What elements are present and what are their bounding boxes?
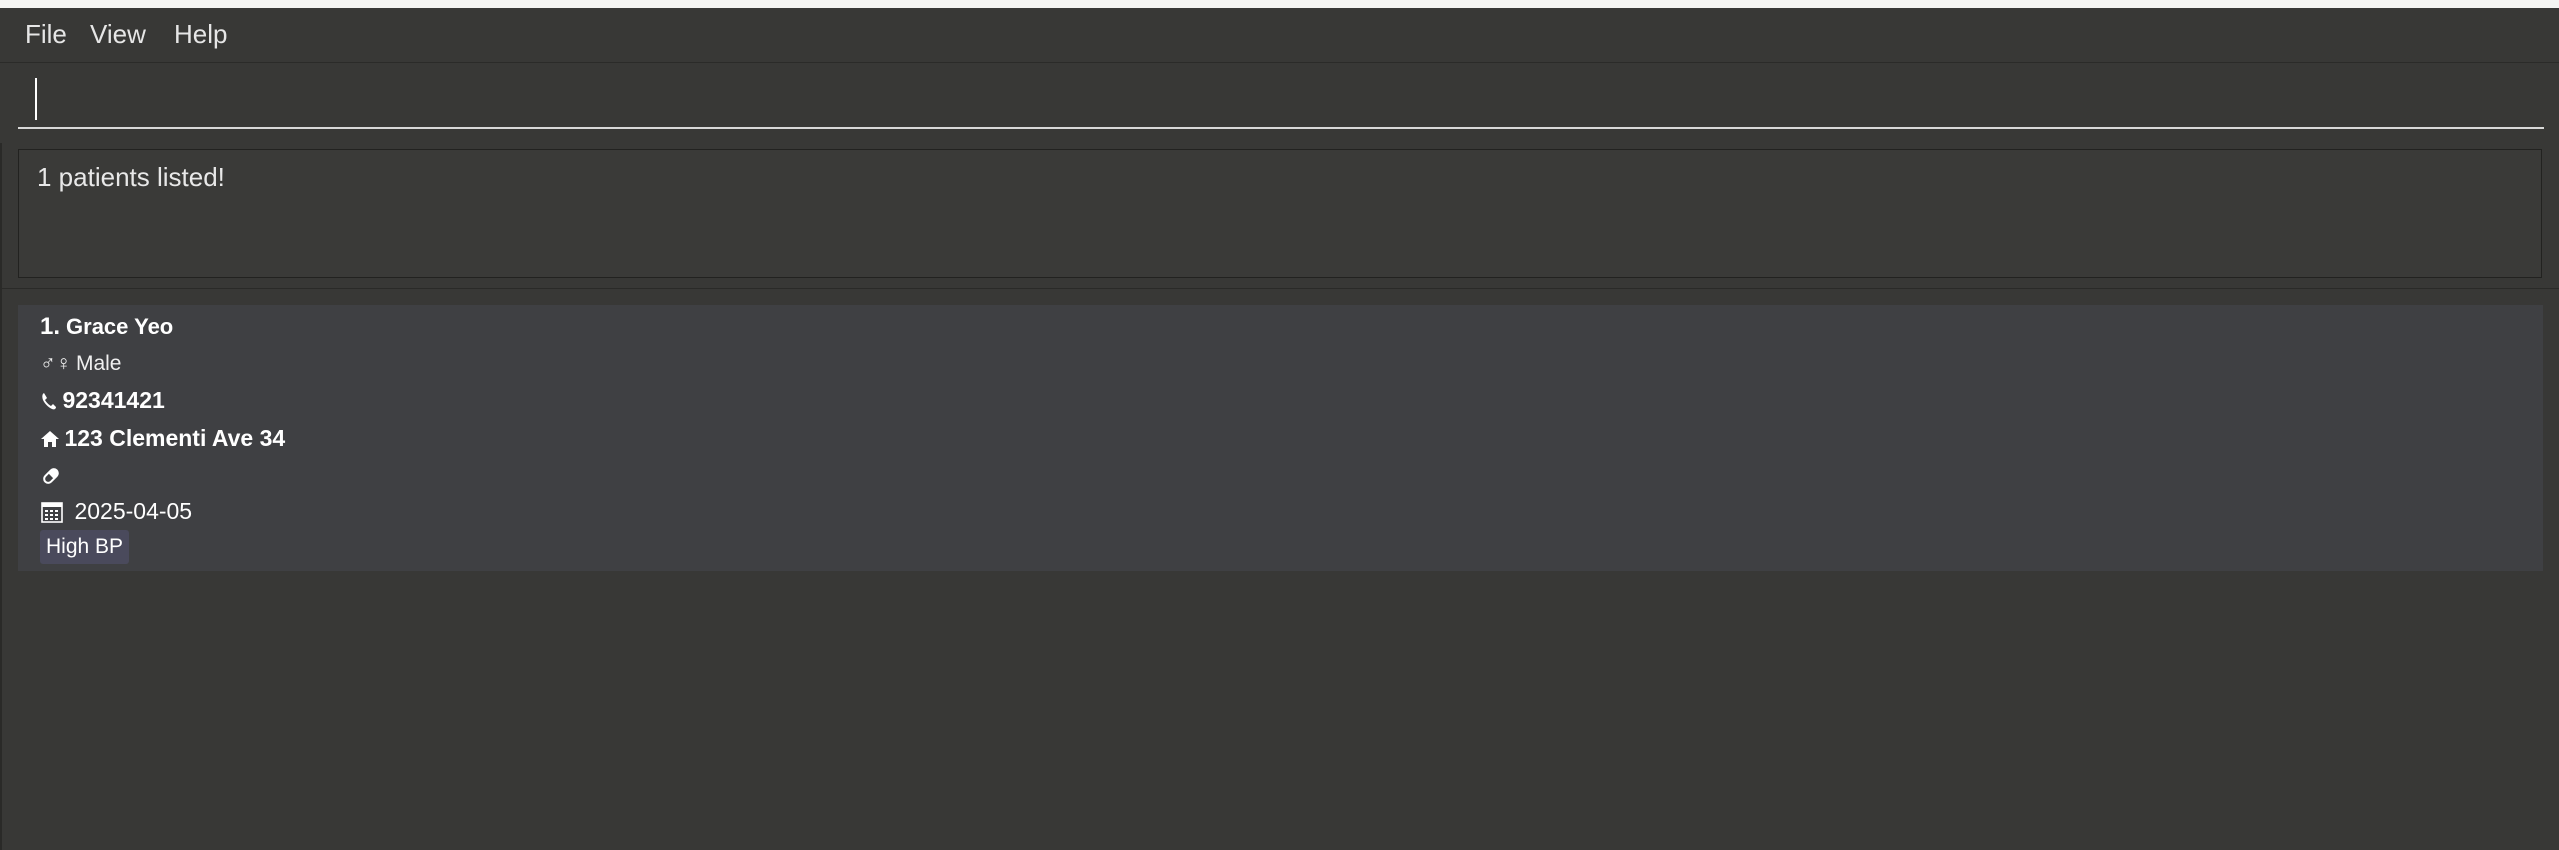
patient-name: Grace Yeo	[66, 314, 174, 339]
command-box	[0, 63, 2559, 143]
result-display: 1 patients listed!	[18, 149, 2542, 278]
patient-header: 1. Grace Yeo	[40, 313, 173, 341]
menu-view[interactable]: View	[90, 19, 146, 49]
patient-date: 2025-04-05	[74, 498, 193, 524]
patient-date-row: 2025-04-05	[40, 498, 192, 529]
pill-icon	[40, 465, 62, 492]
patient-medication-row	[40, 465, 62, 492]
result-message: 1 patients listed!	[37, 162, 225, 192]
menu-help[interactable]: Help	[174, 19, 227, 49]
phone-icon	[40, 391, 58, 416]
text-caret	[35, 78, 37, 120]
patient-address-row: 123 Clementi Ave 34	[40, 425, 285, 454]
section-divider	[0, 288, 2559, 289]
window-top-strip	[0, 0, 2559, 8]
patient-list[interactable]: 1. Grace Yeo ♂♀ Male 92341421 123 Clement…	[18, 305, 2543, 571]
home-icon	[40, 429, 60, 454]
patient-index: 1.	[40, 313, 61, 340]
patient-gender-row: ♂♀ Male	[40, 352, 121, 376]
patient-phone-row: 92341421	[40, 387, 165, 416]
patient-address: 123 Clementi Ave 34	[64, 425, 286, 451]
patient-phone: 92341421	[62, 387, 165, 413]
menu-file[interactable]: File	[25, 19, 67, 49]
patient-gender: Male	[75, 352, 122, 375]
calendar-icon	[40, 500, 64, 529]
menu-bar: File View Help	[0, 8, 2559, 63]
gender-icon: ♂♀	[40, 352, 72, 375]
patient-tag: High BP	[40, 530, 130, 564]
command-input[interactable]	[18, 73, 2544, 129]
